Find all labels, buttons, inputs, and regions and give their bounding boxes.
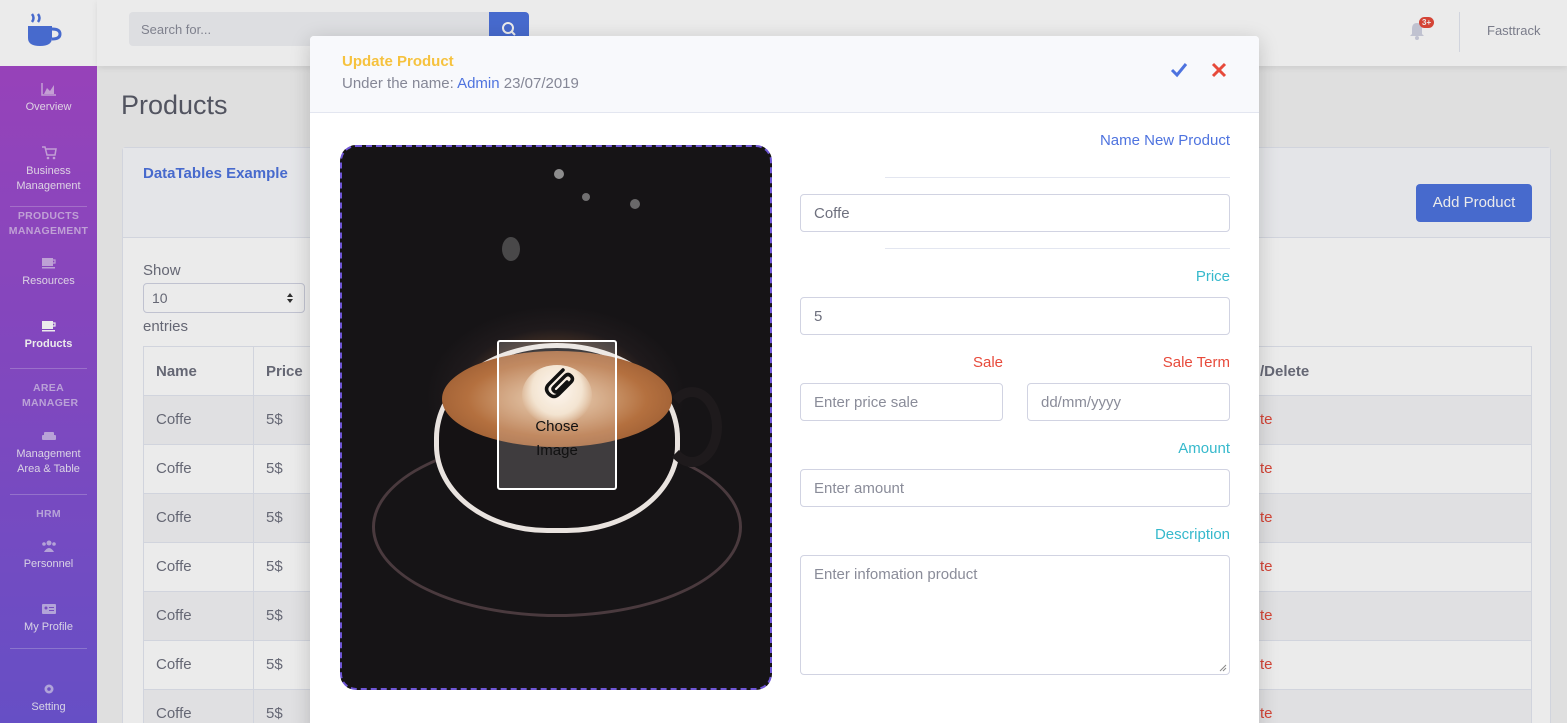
photo-bokeh <box>502 237 520 261</box>
price-label: Price <box>1195 268 1230 285</box>
paperclip-icon <box>544 368 575 399</box>
close-icon <box>1211 62 1227 78</box>
description-textarea[interactable]: Enter infomation product <box>800 555 1230 675</box>
description-placeholder: Enter infomation product <box>814 566 978 583</box>
photo-bokeh <box>582 193 590 201</box>
close-button[interactable] <box>1211 62 1227 83</box>
confirm-button[interactable] <box>1170 62 1188 83</box>
sale-price-input[interactable]: Enter price sale <box>800 383 1003 421</box>
chose-image-line1: Chose <box>535 418 579 435</box>
sale-term-label: Sale Term <box>1162 354 1230 371</box>
update-product-modal: Update Product Under the name: Admin 23/… <box>310 36 1259 723</box>
check-icon <box>1170 63 1188 78</box>
form-divider <box>885 177 1230 178</box>
product-image-dropzone[interactable]: Chose Image <box>340 145 772 690</box>
product-name-input[interactable]: Coffe <box>800 194 1230 232</box>
chose-image-button[interactable]: Chose Image <box>497 340 617 490</box>
name-label: Name New Product <box>1099 132 1230 149</box>
modal-sub-prefix: Under the name: <box>342 75 454 92</box>
chose-image-line2: Image <box>536 442 578 459</box>
modal-title: Update Product <box>342 53 454 70</box>
form-divider <box>885 248 1230 249</box>
modal-subtitle: Under the name: Admin 23/07/2019 <box>342 75 579 92</box>
photo-bokeh <box>630 199 640 209</box>
sale-label: Sale <box>972 354 1003 371</box>
modal-header: Update Product Under the name: Admin 23/… <box>310 36 1259 113</box>
sale-term-input[interactable]: dd/mm/yyyy <box>1027 383 1230 421</box>
chose-image-label: Chose Image <box>499 415 615 463</box>
modal-sub-date: 23/07/2019 <box>503 75 579 92</box>
amount-input[interactable]: Enter amount <box>800 469 1230 507</box>
description-label: Description <box>1154 526 1230 543</box>
photo-bokeh <box>554 169 564 179</box>
modal-sub-user[interactable]: Admin <box>457 75 500 92</box>
resize-handle-icon[interactable] <box>1219 664 1227 672</box>
price-input[interactable]: 5 <box>800 297 1230 335</box>
amount-label: Amount <box>1178 440 1230 457</box>
